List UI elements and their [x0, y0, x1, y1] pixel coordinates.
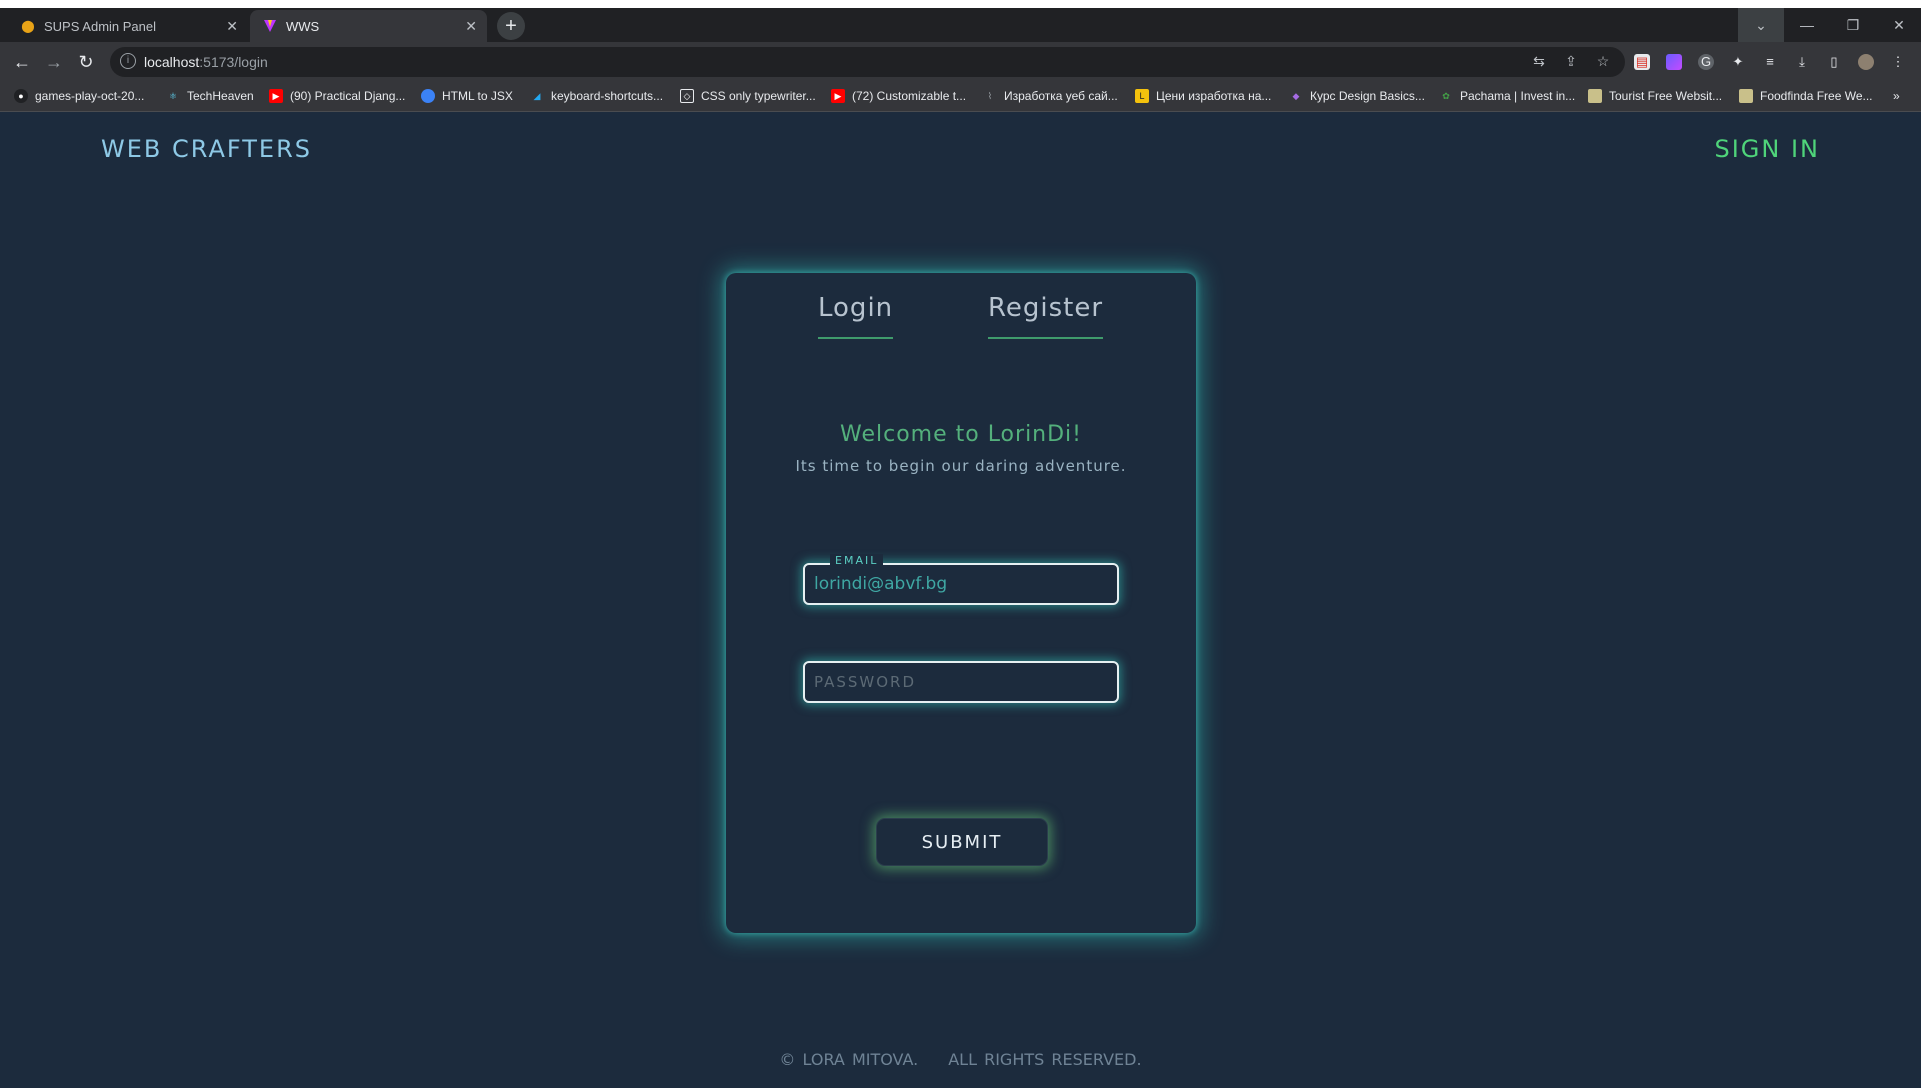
tab-register[interactable]: Register	[988, 293, 1104, 339]
bookmark-item[interactable]: ● games-play-oct-20...	[14, 89, 144, 103]
bookmark-item[interactable]: ⌇ Изработка уеб сай...	[983, 89, 1118, 103]
footer-rights: ALL RIGHTS RESERVED.	[948, 1050, 1142, 1069]
bookmarks-bar: ● games-play-oct-20... ⚛ TechHeaven ▶ (90) …	[0, 82, 1921, 112]
site-icon: ⌇	[987, 90, 993, 101]
submit-button[interactable]: SUBMIT	[876, 818, 1048, 866]
tab-title: WWS	[286, 18, 320, 34]
reading-list-icon[interactable]: ≡	[1762, 54, 1778, 70]
bookmark-item[interactable]: ◢ keyboard-shortcuts...	[530, 89, 664, 103]
download-icon[interactable]: ⤓	[1794, 54, 1810, 70]
reload-icon[interactable]: ↻	[74, 50, 98, 74]
login-page: WEB CRAFTERS SIGN IN Login Register Welc…	[0, 113, 1921, 1088]
extension-icon[interactable]	[1666, 54, 1682, 70]
email-label: EMAIL	[830, 554, 884, 567]
youtube-icon: ▶	[831, 89, 845, 103]
codepen-icon: ◇	[680, 89, 694, 103]
welcome-heading: Welcome to LorinDi!	[839, 422, 1082, 447]
bookmark-item[interactable]: L Цени изработка на...	[1135, 89, 1271, 103]
react-icon: ⚛	[168, 90, 178, 101]
vite-logo-icon	[262, 18, 278, 34]
url-text[interactable]: localhost:5173/login	[144, 54, 268, 70]
leaf-icon: ✿	[1442, 90, 1450, 101]
tab-login[interactable]: Login	[818, 293, 894, 339]
school-icon: ◆	[1292, 90, 1300, 101]
github-icon: ●	[14, 89, 28, 103]
youtube-icon: ▶	[269, 89, 283, 103]
restore-button[interactable]: ❐	[1830, 8, 1876, 42]
extension-icon[interactable]: G	[1698, 54, 1714, 70]
bookmark-item[interactable]: ▶ (90) Practical Djang...	[269, 89, 405, 103]
forward-icon[interactable]: →	[42, 50, 66, 74]
bookmark-item[interactable]: ◆ Курс Design Basics...	[1289, 89, 1425, 103]
auth-card: Login Register Welcome to LorinDi! Its t…	[726, 273, 1196, 933]
email-field[interactable]	[805, 565, 1117, 603]
footer-copyright: © LORA MITOVA.	[779, 1050, 919, 1069]
bookmark-star-icon[interactable]: ☆	[1594, 53, 1612, 71]
tab-title: SUPS Admin Panel	[44, 18, 157, 34]
vscode-icon: ◢	[533, 90, 541, 101]
close-icon[interactable]: ✕	[226, 18, 238, 35]
bookmarks-overflow-icon[interactable]: »	[1893, 89, 1900, 103]
brand-logo[interactable]: WEB CRAFTERS	[101, 135, 312, 163]
site-icon: L	[1135, 89, 1149, 103]
minimize-button[interactable]: —	[1784, 8, 1830, 42]
tab-sups-admin[interactable]: ⬤ SUPS Admin Panel ✕	[8, 10, 248, 42]
folder-icon	[1739, 89, 1753, 103]
bookmark-item[interactable]: ✿ Pachama | Invest in...	[1439, 89, 1575, 103]
share-icon[interactable]: ⇪	[1562, 53, 1580, 71]
extension-icon[interactable]: ▤	[1634, 54, 1650, 70]
bookmark-item[interactable]: HTML to JSX	[421, 89, 513, 103]
close-icon[interactable]: ✕	[465, 18, 477, 35]
avatar[interactable]	[1858, 54, 1874, 70]
close-window-button[interactable]: ✕	[1876, 8, 1921, 42]
tab-wws[interactable]: WWS ✕	[250, 10, 487, 42]
site-info-icon[interactable]: i	[120, 53, 136, 69]
menu-dots-icon[interactable]: ⋮	[1890, 54, 1906, 70]
bookmark-item[interactable]: ◇ CSS only typewriter...	[680, 89, 816, 103]
back-icon[interactable]: ←	[10, 50, 34, 74]
browser-toolbar: ← → ↻ i localhost:5173/login ⇆ ⇪ ☆ ▤ G ✦…	[0, 42, 1921, 82]
signin-link[interactable]: SIGN IN	[1714, 135, 1820, 163]
address-bar[interactable]: i localhost:5173/login ⇆ ⇪ ☆	[110, 47, 1625, 77]
tab-strip: ⬤ SUPS Admin Panel ✕ WWS ✕ +	[0, 8, 1921, 42]
footer: © LORA MITOVA. ALL RIGHTS RESERVED.	[0, 1050, 1921, 1069]
tab-search-button[interactable]: ⌄	[1738, 8, 1784, 42]
new-tab-button[interactable]: +	[497, 12, 525, 40]
puzzle-icon[interactable]: ✦	[1730, 54, 1746, 70]
bookmark-item[interactable]: ▶ (72) Customizable t...	[831, 89, 966, 103]
email-field-wrapper: EMAIL	[803, 554, 1119, 605]
bookmark-item[interactable]: Foodfinda Free We...	[1739, 89, 1873, 103]
bookmark-item[interactable]: Tourist Free Websit...	[1588, 89, 1722, 103]
folder-icon	[1588, 89, 1602, 103]
transform-icon	[421, 89, 435, 103]
sups-logo-icon: ⬤	[21, 19, 35, 33]
password-field[interactable]	[805, 663, 1117, 701]
bookmark-item[interactable]: ⚛ TechHeaven	[166, 89, 254, 103]
password-field-wrapper	[803, 661, 1119, 703]
translate-icon[interactable]: ⇆	[1530, 53, 1548, 71]
side-panel-icon[interactable]: ▯	[1826, 54, 1842, 70]
welcome-subtitle: Its time to begin our daring adventure.	[795, 457, 1127, 475]
window-top-edge	[0, 0, 1921, 8]
